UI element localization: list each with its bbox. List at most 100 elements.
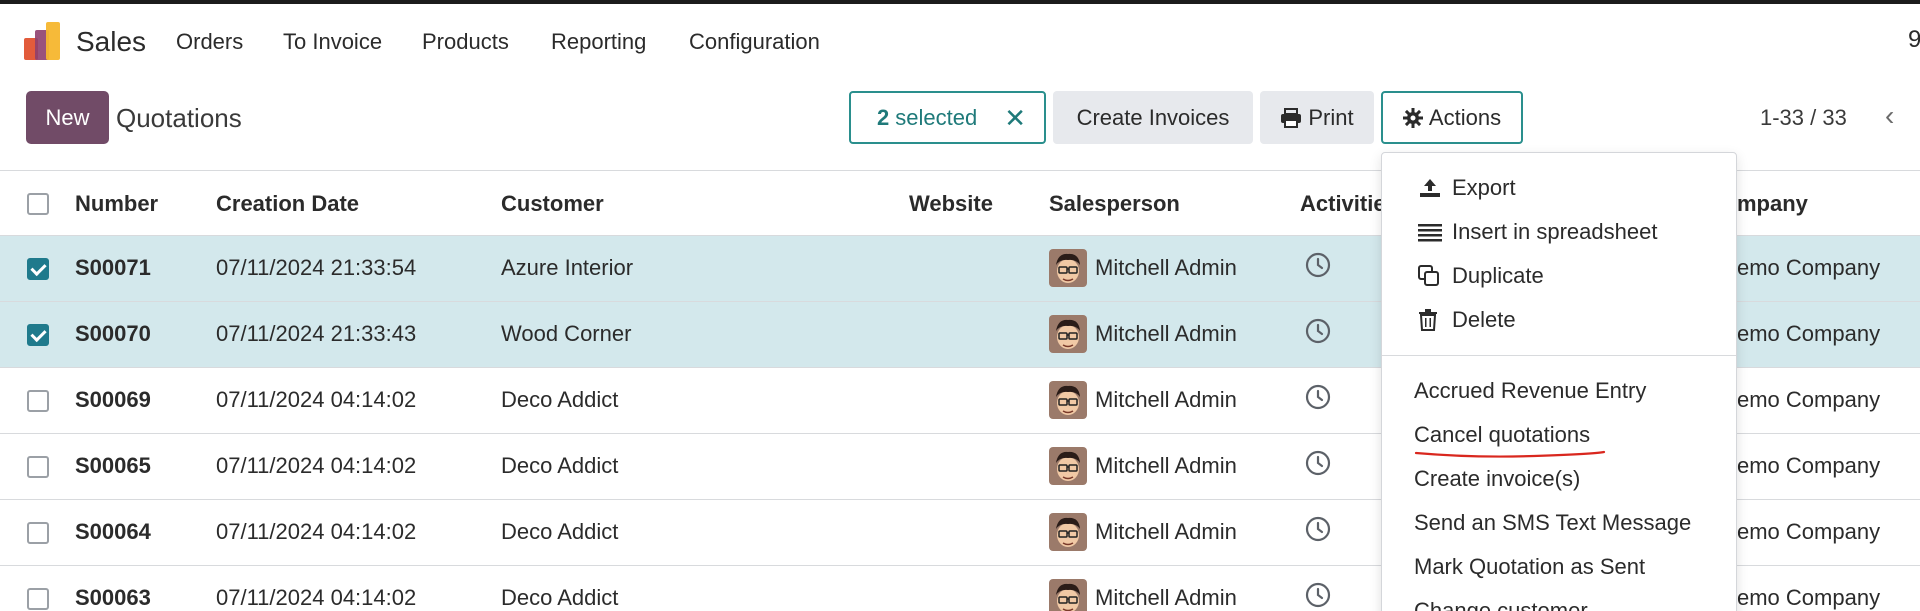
- cell-salesperson: Mitchell Admin: [1095, 453, 1237, 478]
- menu-item-duplicate[interactable]: Duplicate: [1418, 263, 1544, 289]
- header-activities[interactable]: Activitie: [1300, 191, 1386, 217]
- cell-creation-date: 07/11/2024 04:14:02: [216, 585, 417, 610]
- header-creation-date[interactable]: Creation Date: [216, 191, 359, 217]
- cell-creation-date: 07/11/2024 04:14:02: [216, 453, 417, 478]
- cell-salesperson: Mitchell Admin: [1095, 255, 1237, 280]
- menu-item-delete[interactable]: Delete: [1418, 307, 1516, 333]
- new-button[interactable]: New: [26, 91, 109, 144]
- header-number[interactable]: Number: [75, 191, 158, 217]
- row-checkbox[interactable]: [27, 456, 49, 478]
- menu-item-label: Delete: [1452, 307, 1516, 332]
- header-company[interactable]: mpany: [1737, 191, 1808, 217]
- selected-count: 2: [877, 104, 890, 130]
- cell-company: emo Company: [1737, 585, 1881, 610]
- trash-icon: [1419, 309, 1437, 331]
- activity-clock-icon[interactable]: [1305, 582, 1331, 608]
- cell-salesperson: Mitchell Admin: [1095, 387, 1237, 412]
- gear-icon: [1402, 107, 1423, 128]
- row-checkbox[interactable]: [27, 258, 49, 280]
- menu-item-send-sms[interactable]: Send an SMS Text Message: [1414, 510, 1691, 536]
- cell-customer: Deco Addict: [501, 585, 619, 610]
- pager-value[interactable]: 1-33 / 33: [1760, 105, 1847, 131]
- activity-clock-icon[interactable]: [1305, 384, 1331, 410]
- nav-item-reporting[interactable]: Reporting: [551, 29, 646, 55]
- cell-company: emo Company: [1737, 387, 1881, 412]
- menu-item-export[interactable]: Export: [1418, 175, 1516, 201]
- salesperson-avatar: [1049, 249, 1087, 287]
- navbar-right-cutoff: 9: [1908, 26, 1920, 53]
- menu-item-mark-sent[interactable]: Mark Quotation as Sent: [1414, 554, 1645, 580]
- salesperson-avatar: [1049, 447, 1087, 485]
- cell-company: emo Company: [1737, 255, 1881, 280]
- actions-dropdown-menu: Export Insert in spreadsheet Duplicate D…: [1381, 152, 1737, 611]
- select-all-checkbox[interactable]: [27, 193, 49, 215]
- menu-item-accrued-revenue[interactable]: Accrued Revenue Entry: [1414, 378, 1646, 404]
- activity-clock-icon[interactable]: [1305, 252, 1331, 278]
- nav-item-orders[interactable]: Orders: [176, 29, 243, 55]
- selected-label: selected: [895, 104, 978, 130]
- cell-company: emo Company: [1737, 321, 1881, 346]
- cell-customer: Deco Addict: [501, 519, 619, 544]
- menu-item-cancel-quotations[interactable]: Cancel quotations: [1414, 422, 1590, 448]
- cell-customer: Azure Interior: [501, 255, 634, 280]
- salesperson-avatar: [1049, 381, 1087, 419]
- upload-icon: [1420, 179, 1440, 197]
- cell-number: S00065: [75, 453, 151, 478]
- printer-icon: [1281, 107, 1302, 128]
- header-customer[interactable]: Customer: [501, 191, 604, 217]
- menu-item-insert-spreadsheet[interactable]: Insert in spreadsheet: [1418, 219, 1657, 245]
- copy-icon: [1418, 265, 1439, 286]
- cell-number: S00071: [75, 255, 151, 280]
- cell-number: S00064: [75, 519, 151, 544]
- clear-selection-icon[interactable]: ✕: [1004, 103, 1026, 134]
- row-checkbox[interactable]: [27, 522, 49, 544]
- menu-item-label: Duplicate: [1452, 263, 1544, 288]
- page-title: Quotations: [116, 103, 242, 133]
- print-label: Print: [1308, 104, 1354, 130]
- cell-customer: Deco Addict: [501, 387, 619, 412]
- actions-button[interactable]: Actions: [1381, 91, 1523, 144]
- menu-item-change-customer[interactable]: Change customer: [1414, 598, 1588, 611]
- pager-prev-icon[interactable]: ‹: [1885, 100, 1894, 132]
- selection-indicator: 2 selected ✕: [849, 91, 1046, 144]
- activity-clock-icon[interactable]: [1305, 450, 1331, 476]
- cell-creation-date: 07/11/2024 21:33:43: [216, 321, 417, 346]
- cell-number: S00063: [75, 585, 151, 610]
- row-checkbox[interactable]: [27, 390, 49, 412]
- salesperson-avatar: [1049, 315, 1087, 353]
- cell-number: S00070: [75, 321, 151, 346]
- menu-item-label: Export: [1452, 175, 1516, 200]
- cell-creation-date: 07/11/2024 04:14:02: [216, 519, 417, 544]
- app-name[interactable]: Sales: [76, 26, 146, 58]
- print-button[interactable]: Print: [1260, 91, 1374, 144]
- header-website[interactable]: Website: [909, 191, 993, 217]
- salesperson-avatar: [1049, 579, 1087, 611]
- cell-salesperson: Mitchell Admin: [1095, 585, 1237, 610]
- menu-item-label: Insert in spreadsheet: [1452, 219, 1658, 244]
- create-invoices-button[interactable]: Create Invoices: [1053, 91, 1253, 144]
- cell-salesperson: Mitchell Admin: [1095, 519, 1237, 544]
- cell-company: emo Company: [1737, 453, 1881, 478]
- row-checkbox[interactable]: [27, 588, 49, 610]
- nav-item-products[interactable]: Products: [422, 29, 509, 55]
- header-salesperson[interactable]: Salesperson: [1049, 191, 1180, 217]
- sales-app-icon[interactable]: [22, 22, 62, 62]
- nav-item-configuration[interactable]: Configuration: [689, 29, 820, 55]
- activity-clock-icon[interactable]: [1305, 516, 1331, 542]
- cell-creation-date: 07/11/2024 04:14:02: [216, 387, 417, 412]
- cell-creation-date: 07/11/2024 21:33:54: [216, 255, 417, 280]
- cell-customer: Wood Corner: [501, 321, 632, 346]
- red-annotation-underline: [1414, 450, 1606, 458]
- cell-salesperson: Mitchell Admin: [1095, 321, 1237, 346]
- cell-company: emo Company: [1737, 519, 1881, 544]
- actions-label: Actions: [1428, 104, 1502, 130]
- list-icon: [1418, 224, 1442, 242]
- menu-item-create-invoices[interactable]: Create invoice(s): [1414, 466, 1580, 492]
- salesperson-avatar: [1049, 513, 1087, 551]
- row-checkbox[interactable]: [27, 324, 49, 346]
- activity-clock-icon[interactable]: [1305, 318, 1331, 344]
- nav-item-to-invoice[interactable]: To Invoice: [283, 29, 382, 55]
- top-navbar: Sales Orders To Invoice Products Reporti…: [0, 4, 1920, 80]
- menu-divider: [1382, 355, 1736, 356]
- cell-customer: Deco Addict: [501, 453, 619, 478]
